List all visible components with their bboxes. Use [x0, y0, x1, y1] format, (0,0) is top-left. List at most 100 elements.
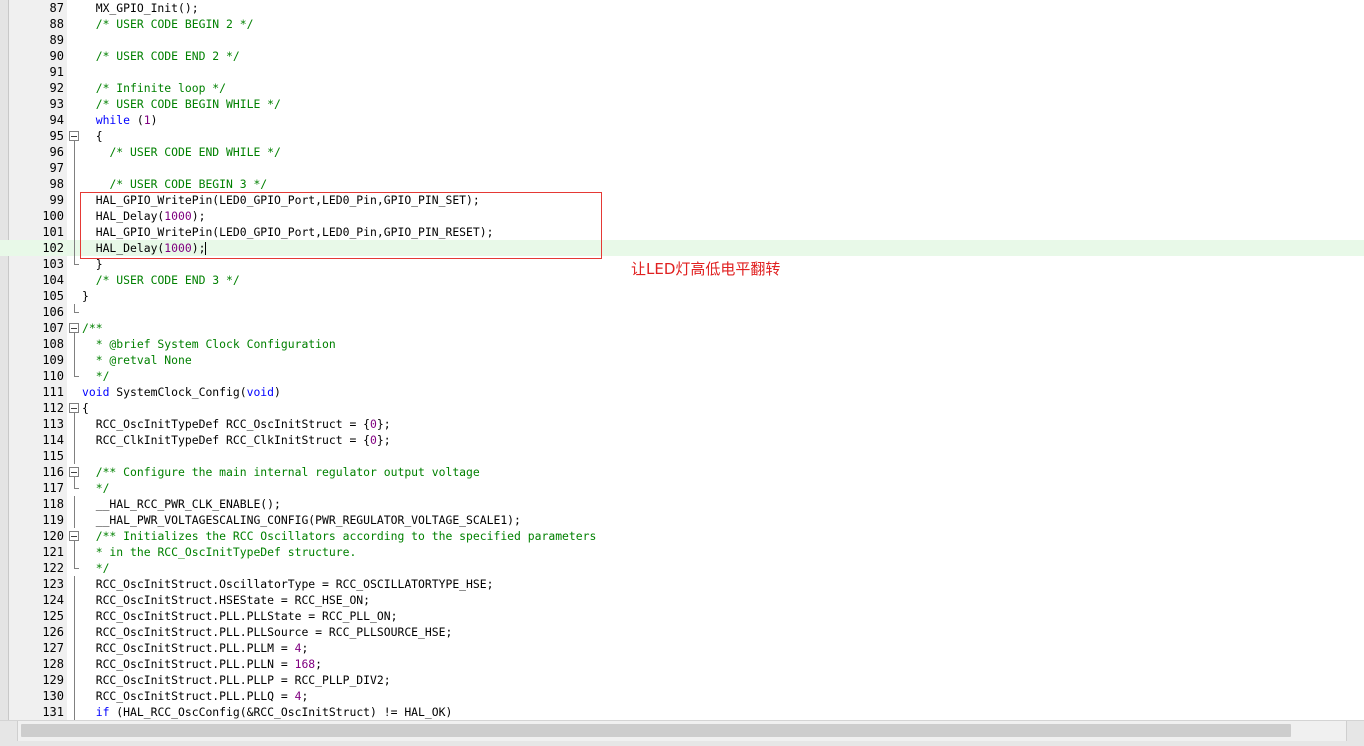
code-line[interactable]: 88 /* USER CODE BEGIN 2 */: [0, 16, 1364, 32]
code-line[interactable]: 101 HAL_GPIO_WritePin(LED0_GPIO_Port,LED…: [0, 224, 1364, 240]
code-line[interactable]: 99 HAL_GPIO_WritePin(LED0_GPIO_Port,LED0…: [0, 192, 1364, 208]
code-line[interactable]: 89: [0, 32, 1364, 48]
code-line[interactable]: 116 /** Configure the main internal regu…: [0, 464, 1364, 480]
code-line[interactable]: 117 */: [0, 480, 1364, 496]
code-token: }: [82, 257, 103, 271]
code-line[interactable]: 125 RCC_OscInitStruct.PLL.PLLState = RCC…: [0, 608, 1364, 624]
line-number: 115: [42, 449, 64, 463]
code-line[interactable]: 121 * in the RCC_OscInitTypeDef structur…: [0, 544, 1364, 560]
code-line[interactable]: 105}: [0, 288, 1364, 304]
code-line[interactable]: 119 __HAL_PWR_VOLTAGESCALING_CONFIG(PWR_…: [0, 512, 1364, 528]
code-line[interactable]: 109 * @retval None: [0, 352, 1364, 368]
code-line[interactable]: 94 while (1): [0, 112, 1364, 128]
code-line[interactable]: 126 RCC_OscInitStruct.PLL.PLLSource = RC…: [0, 624, 1364, 640]
fold-guide: [74, 208, 75, 224]
code-line[interactable]: 123 RCC_OscInitStruct.OscillatorType = R…: [0, 576, 1364, 592]
horizontal-scrollbar[interactable]: [0, 720, 1364, 741]
code-text: HAL_GPIO_WritePin(LED0_GPIO_Port,LED0_Pi…: [82, 192, 480, 208]
fold-guide: [74, 224, 75, 240]
code-line[interactable]: 115: [0, 448, 1364, 464]
line-number: 103: [42, 257, 64, 271]
scrollbar-thumb[interactable]: [21, 724, 1291, 737]
code-line[interactable]: 111 void SystemClock_Config(void): [0, 384, 1364, 400]
line-number: 130: [42, 689, 64, 703]
code-line[interactable]: 92 /* Infinite loop */: [0, 80, 1364, 96]
code-text: */: [82, 368, 110, 384]
code-comment: */: [95, 561, 110, 575]
code-line[interactable]: 108 * @brief System Clock Configuration: [0, 336, 1364, 352]
code-token: __HAL_PWR_VOLTAGESCALING_CONFIG(PWR_REGU…: [82, 513, 521, 527]
code-text: MX_GPIO_Init();: [82, 0, 199, 16]
line-number: 89: [49, 33, 64, 47]
code-line[interactable]: 90 /* USER CODE END 2 */: [0, 48, 1364, 64]
line-number: 107: [42, 321, 64, 335]
scroll-right-button[interactable]: [1346, 721, 1364, 741]
line-number: 101: [42, 225, 64, 239]
code-text: RCC_OscInitStruct.PLL.PLLQ = 4;: [82, 688, 309, 704]
code-line[interactable]: 120 /** Initializes the RCC Oscillators …: [0, 528, 1364, 544]
code-editor[interactable]: 87 MX_GPIO_Init(); 88 /* USER CODE BEGIN …: [0, 0, 1364, 720]
line-number: 111: [42, 385, 64, 399]
code-line[interactable]: 130 RCC_OscInitStruct.PLL.PLLQ = 4;: [0, 688, 1364, 704]
code-line[interactable]: 97: [0, 160, 1364, 176]
line-number: 117: [42, 481, 64, 495]
line-number: 113: [42, 417, 64, 431]
code-line[interactable]: 106: [0, 304, 1364, 320]
code-number: 0: [370, 433, 377, 447]
code-number: 168: [294, 657, 316, 671]
fold-guide: [74, 704, 75, 720]
code-line[interactable]: 98 /* USER CODE BEGIN 3 */: [0, 176, 1364, 192]
code-comment: /** Configure the main internal regulato…: [95, 465, 480, 479]
code-text: __HAL_RCC_PWR_CLK_ENABLE();: [82, 496, 281, 512]
code-text: /* Infinite loop */: [82, 80, 226, 96]
code-line[interactable]: 129 RCC_OscInitStruct.PLL.PLLP = RCC_PLL…: [0, 672, 1364, 688]
line-number: 97: [49, 161, 64, 175]
code-text: void SystemClock_Config(void): [82, 384, 281, 400]
code-line[interactable]: 128 RCC_OscInitStruct.PLL.PLLN = 168;: [0, 656, 1364, 672]
code-token: __HAL_RCC_PWR_CLK_ENABLE();: [82, 497, 281, 511]
line-number: 121: [42, 545, 64, 559]
code-line[interactable]: 96 /* USER CODE END WHILE */: [0, 144, 1364, 160]
code-text: /**: [82, 320, 103, 336]
code-line[interactable]: 118 __HAL_RCC_PWR_CLK_ENABLE();: [0, 496, 1364, 512]
code-line[interactable]: 87 MX_GPIO_Init();: [0, 0, 1364, 16]
annotation-label: 让LED灯高低电平翻转: [631, 260, 781, 278]
fold-guide: [74, 368, 75, 376]
code-line[interactable]: 91: [0, 64, 1364, 80]
code-comment: * @retval None: [82, 353, 192, 367]
line-number: 98: [49, 177, 64, 191]
line-number: 112: [42, 401, 64, 415]
fold-guide: [74, 352, 75, 368]
fold-guide: [74, 608, 75, 624]
code-line[interactable]: 127 RCC_OscInitStruct.PLL.PLLM = 4;: [0, 640, 1364, 656]
line-number: 105: [42, 289, 64, 303]
fold-guide: [74, 512, 75, 528]
code-line[interactable]: 122 */: [0, 560, 1364, 576]
code-line[interactable]: 110 */: [0, 368, 1364, 384]
line-number: 109: [42, 353, 64, 367]
fold-end-marker: [74, 488, 79, 489]
code-text: {: [82, 400, 89, 416]
code-text: if (HAL_RCC_OscConfig(&RCC_OscInitStruct…: [82, 704, 453, 720]
code-line[interactable]: 114 RCC_ClkInitTypeDef RCC_ClkInitStruct…: [0, 432, 1364, 448]
code-token: };: [376, 417, 391, 431]
fold-guide: [74, 176, 75, 192]
code-line[interactable]: 102 HAL_Delay(1000);: [0, 240, 1364, 256]
code-line[interactable]: 131 if (HAL_RCC_OscConfig(&RCC_OscInitSt…: [0, 704, 1364, 720]
fold-guide: [74, 336, 75, 352]
line-number: 127: [42, 641, 64, 655]
scroll-left-button[interactable]: [0, 721, 18, 741]
code-line[interactable]: 113 RCC_OscInitTypeDef RCC_OscInitStruct…: [0, 416, 1364, 432]
code-line[interactable]: 124 RCC_OscInitStruct.HSEState = RCC_HSE…: [0, 592, 1364, 608]
code-line[interactable]: 95 {: [0, 128, 1364, 144]
fold-guide: [74, 160, 75, 176]
code-line[interactable]: 107 /**: [0, 320, 1364, 336]
code-comment: /* USER CODE BEGIN 2 */: [95, 17, 254, 31]
code-text: /** Configure the main internal regulato…: [82, 464, 480, 480]
code-line[interactable]: 93 /* USER CODE BEGIN WHILE */: [0, 96, 1364, 112]
code-line[interactable]: 112 {: [0, 400, 1364, 416]
code-line[interactable]: 100 HAL_Delay(1000);: [0, 208, 1364, 224]
